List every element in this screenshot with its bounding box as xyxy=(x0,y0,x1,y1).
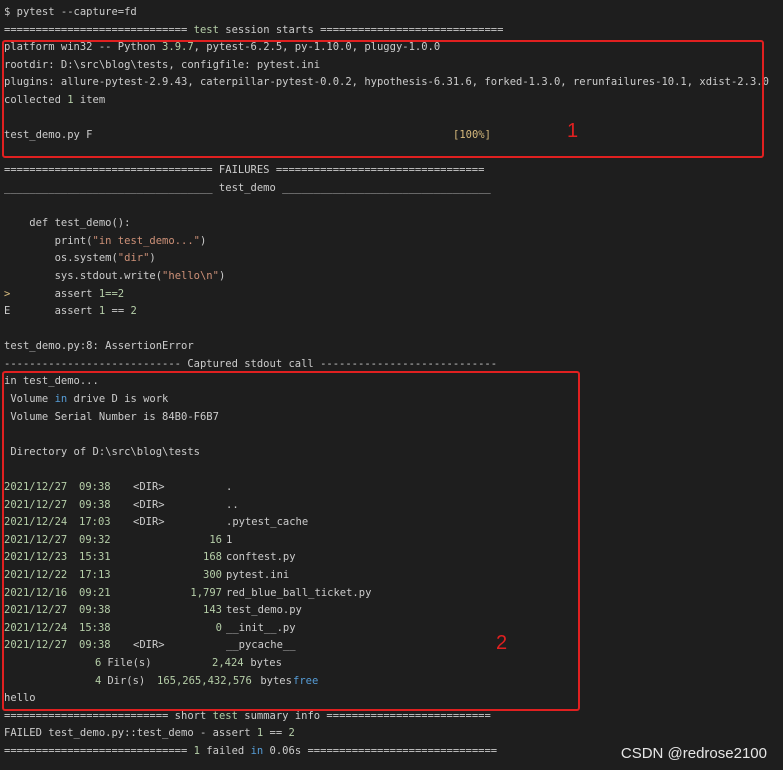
entry-size: 16 xyxy=(209,533,222,546)
entry-date: 2021/12/27 xyxy=(4,533,68,546)
entry-date: 2021/12/27 xyxy=(4,481,68,494)
entry-size: 143 xyxy=(203,604,222,617)
platform-line: platform win32 -- Python 3.9.7, pytest-6… xyxy=(4,41,441,54)
code-assert-line: > assert 1==2 xyxy=(4,287,125,300)
stdout-hello: hello xyxy=(4,692,36,705)
code-print-line: print("in test_demo...") xyxy=(4,234,207,247)
test-header: _________________________________ test_d… xyxy=(4,181,491,194)
entry-time: 09:32 xyxy=(79,533,111,546)
terminal-output: $ pytest --capture=fd ==================… xyxy=(4,4,779,761)
entry-date: 2021/12/24 xyxy=(4,621,68,634)
error-assert-line: E assert 1 == 2 xyxy=(4,305,137,318)
entry-dir-tag: <DIR> xyxy=(133,481,165,494)
annotation-label-2: 2 xyxy=(496,632,508,654)
dir-entry-row: 2021/12/27 09:38 <DIR> __pycache__ xyxy=(4,637,779,655)
failures-header: ================================= FAILUR… xyxy=(4,164,485,177)
stdout-serial-line: Volume Serial Number is 84B0-F6B7 xyxy=(4,410,219,423)
entry-time: 15:38 xyxy=(79,621,111,634)
collected-line: collected 1 item xyxy=(4,93,106,106)
entry-date: 2021/12/16 xyxy=(4,586,68,599)
entry-date: 2021/12/22 xyxy=(4,569,68,581)
dir-entry-row: 2021/12/23 15:31 168 conftest.py xyxy=(4,549,779,567)
code-write-line: sys.stdout.write("hello\n") xyxy=(4,269,226,282)
entry-name: 1 xyxy=(226,533,233,546)
stdout-line-1: in test_demo... xyxy=(4,375,99,388)
dir-entry-row: 2021/12/27 09:38 <DIR>. xyxy=(4,479,779,497)
entry-time: 17:03 xyxy=(79,516,111,529)
failed-summary-line: FAILED test_demo.py::test_demo - assert … xyxy=(4,727,295,740)
entry-date: 2021/12/27 xyxy=(4,498,68,511)
entry-time: 09:38 xyxy=(79,481,111,494)
entry-size: 300 xyxy=(203,569,222,581)
assertion-error-line: test_demo.py:8: AssertionError xyxy=(4,340,194,353)
directory-listing: 2021/12/27 09:38 <DIR>. 2021/12/27 09:38 <DIR… xyxy=(4,479,779,655)
entry-time: 09:38 xyxy=(79,498,111,511)
entry-time: 17:13 xyxy=(79,569,111,581)
entry-time: 09:21 xyxy=(79,586,111,599)
annotation-label-1: 1 xyxy=(567,120,579,142)
dir-entry-row: 2021/12/27 09:38 143 test_demo.py xyxy=(4,602,779,620)
entry-date: 2021/12/23 xyxy=(4,551,68,564)
progress-percent: [100%] xyxy=(453,129,491,142)
captured-stdout-header: ---------------------------- Captured st… xyxy=(4,357,498,370)
dir-entry-row: 2021/12/27 09:38 <DIR>.. xyxy=(4,497,779,515)
dir-entry-row: 2021/12/24 17:03 <DIR> .pytest_cache xyxy=(4,514,779,532)
entry-size: 0 xyxy=(215,621,222,634)
session-header: ============================= test sessi… xyxy=(4,23,504,36)
dir-entry-row: 2021/12/22 17:13 300 pytest.ini xyxy=(4,567,779,585)
short-summary-header: ========================== short test su… xyxy=(4,709,491,722)
files-summary-line: 6 File(s) 2,424 bytes xyxy=(95,656,282,669)
entry-name: __pycache__ xyxy=(226,639,296,652)
code-def-line: def test_demo(): xyxy=(4,217,131,230)
command-line: $ pytest --capture=fd xyxy=(4,6,137,18)
entry-name: . xyxy=(226,481,233,494)
entry-size: 1,797 xyxy=(190,586,222,599)
entry-date: 2021/12/27 xyxy=(4,639,68,652)
entry-name: __init__.py xyxy=(226,621,296,634)
dir-entry-row: 2021/12/24 15:38 0 __init__.py xyxy=(4,620,779,638)
plugins-line: plugins: allure-pytest-2.9.43, caterpill… xyxy=(4,76,769,89)
entry-name: .. xyxy=(226,498,239,511)
entry-date: 2021/12/24 xyxy=(4,516,68,529)
entry-size: 168 xyxy=(203,551,222,564)
watermark: CSDN @redrose2100 xyxy=(620,745,767,762)
entry-date: 2021/12/27 xyxy=(4,604,68,617)
entry-name: pytest.ini xyxy=(226,569,290,581)
entry-time: 09:38 xyxy=(79,639,111,652)
entry-dir-tag: <DIR> xyxy=(133,498,165,511)
entry-time: 15:31 xyxy=(79,551,111,564)
test-file-result: test_demo.py F [100%] xyxy=(4,127,779,145)
entry-name: .pytest_cache xyxy=(226,516,309,529)
dir-entry-row: 2021/12/27 09:32 16 1 xyxy=(4,532,779,550)
entry-dir-tag: <DIR> xyxy=(133,516,165,529)
entry-dir-tag: <DIR> xyxy=(133,639,165,652)
stdout-volume-line: Volume in drive D is work xyxy=(4,393,169,406)
stdout-directory-line: Directory of D:\src\blog\tests xyxy=(4,445,200,458)
entry-name: conftest.py xyxy=(226,551,296,564)
entry-name: test_demo.py xyxy=(226,604,302,617)
entry-time: 09:38 xyxy=(79,604,111,617)
rootdir-line: rootdir: D:\src\blog\tests, configfile: … xyxy=(4,58,321,71)
code-ossystem-line: os.system("dir") xyxy=(4,252,156,265)
entry-name: red_blue_ball_ticket.py xyxy=(226,586,372,599)
dirs-summary-line: 4 Dir(s) 165,265,432,576 bytes free xyxy=(95,674,319,687)
dir-entry-row: 2021/12/16 09:21 1,797 red_blue_ball_ticket… xyxy=(4,585,779,603)
